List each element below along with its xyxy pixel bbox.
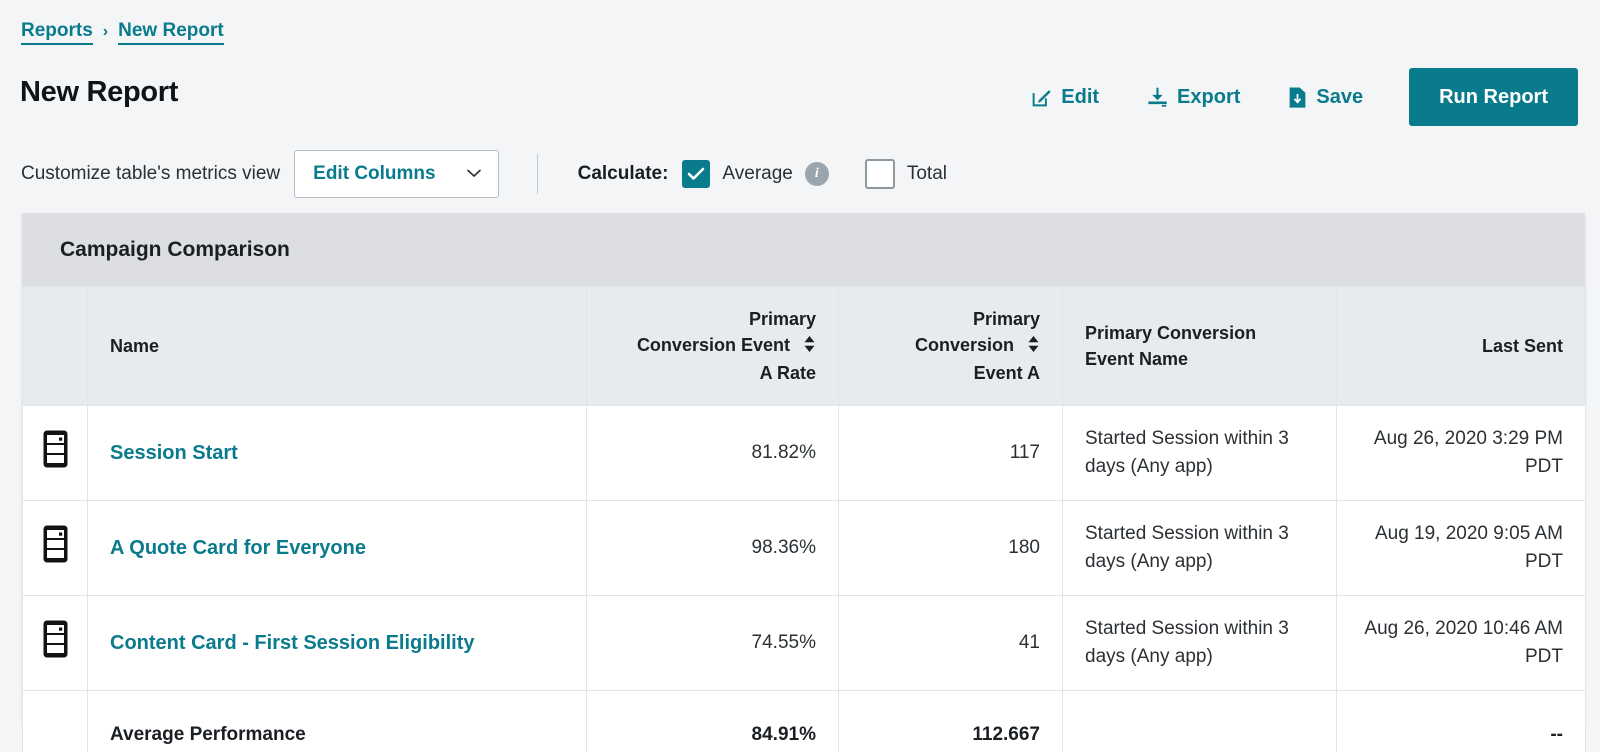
conversion-rate-cell: 81.82% [586, 405, 839, 501]
table-header-row: Name Primary Conversion Event A Rate Pri… [22, 286, 1586, 406]
conversion-event-name-cell: Started Session within 3 days (Any app) [1062, 500, 1337, 596]
average-checkbox-label: Average [722, 163, 793, 184]
column-header-event-name-line2: Event Name [1085, 349, 1189, 369]
column-header-rate-line3: A Rate [759, 363, 816, 383]
table-body: Session Start 81.82% 117 Started Session… [22, 405, 1586, 691]
last-sent-cell: Aug 26, 2020 3:29 PM PDT [1336, 405, 1586, 501]
campaign-comparison-table: Name Primary Conversion Event A Rate Pri… [22, 286, 1586, 752]
conversion-count-cell: 41 [838, 595, 1063, 691]
column-header-event-name: Primary Conversion Event Name [1062, 286, 1337, 406]
chevron-right-icon: › [102, 22, 109, 40]
column-header-rate[interactable]: Primary Conversion Event A Rate [586, 286, 839, 406]
download-export-icon [1147, 87, 1168, 108]
summary-label-cell: Average Performance [87, 690, 587, 752]
breadcrumb-item-reports[interactable]: Reports [21, 20, 93, 45]
edit-button-label: Edit [1061, 85, 1100, 108]
table-row: A Quote Card for Everyone 98.36% 180 Sta… [22, 500, 1586, 596]
column-header-rate-line1: Primary [748, 309, 816, 329]
column-header-count-line2: Conversion [914, 335, 1014, 355]
edit-columns-label: Edit Columns [313, 163, 436, 184]
summary-count-cell: 112.667 [838, 690, 1063, 752]
total-checkbox[interactable] [864, 159, 895, 189]
campaign-name-cell: Content Card - First Session Eligibility [87, 595, 587, 691]
summary-rate-cell: 84.91% [586, 690, 839, 752]
column-header-count-line1: Primary [972, 309, 1040, 329]
average-checkbox[interactable] [682, 160, 711, 188]
card-title: Campaign Comparison [60, 237, 290, 261]
table-row: Content Card - First Session Eligibility… [22, 595, 1586, 691]
table-footer: Average Performance 84.91% 112.667 -- [22, 690, 1586, 752]
export-button-label: Export [1177, 85, 1241, 108]
last-sent-cell: Aug 26, 2020 10:46 AM PDT [1336, 595, 1586, 691]
controls-divider [536, 154, 538, 194]
save-button[interactable]: Save [1264, 76, 1387, 119]
summary-event-name-cell [1062, 690, 1337, 752]
breadcrumb-item-new-report[interactable]: New Report [118, 20, 224, 45]
conversion-event-name-cell: Started Session within 3 days (Any app) [1062, 595, 1337, 691]
average-checkbox-group: Average i [682, 160, 829, 188]
column-header-last-sent-label: Last Sent [1481, 336, 1563, 356]
content-card-icon [42, 619, 69, 668]
customize-metrics-label: Customize table's metrics view [21, 163, 281, 184]
edit-pencil-square-icon [1031, 87, 1052, 108]
conversion-rate-cell: 98.36% [586, 500, 839, 596]
row-type-icon-cell [22, 405, 88, 501]
sort-arrows-icon[interactable] [803, 334, 816, 360]
column-header-last-sent: Last Sent [1336, 286, 1586, 406]
calculate-label: Calculate: [577, 163, 669, 184]
info-icon[interactable]: i [804, 162, 829, 186]
row-type-icon-cell [22, 500, 88, 596]
sort-arrows-icon[interactable] [1027, 334, 1040, 360]
campaign-name-link[interactable]: Content Card - First Session Eligibility [110, 632, 474, 654]
header-actions: Edit Export Save Run Report [1007, 68, 1578, 126]
last-sent-cell: Aug 19, 2020 9:05 AM PDT [1336, 500, 1586, 596]
total-checkbox-label: Total [906, 163, 947, 184]
edit-button[interactable]: Edit [1007, 76, 1123, 119]
row-type-icon-cell [22, 595, 88, 691]
save-file-icon [1288, 86, 1307, 108]
page-title: New Report [20, 76, 179, 108]
campaign-name-link[interactable]: A Quote Card for Everyone [110, 537, 366, 559]
column-header-rate-line2: Conversion Event [636, 335, 790, 355]
summary-row: Average Performance 84.91% 112.667 -- [22, 690, 1586, 752]
column-header-count-line3: Event A [973, 363, 1040, 383]
column-header-count[interactable]: Primary Conversion Event A [838, 286, 1063, 406]
column-header-name: Name [87, 286, 587, 406]
content-card-icon [42, 429, 69, 478]
save-button-label: Save [1316, 85, 1364, 108]
conversion-count-cell: 117 [838, 405, 1063, 501]
campaign-comparison-card: Campaign Comparison Name Primary Convers… [22, 213, 1586, 752]
campaign-name-cell: A Quote Card for Everyone [87, 500, 587, 596]
export-button[interactable]: Export [1123, 76, 1264, 119]
conversion-count-cell: 180 [838, 500, 1063, 596]
column-header-icon [22, 286, 88, 406]
content-card-icon [42, 524, 69, 573]
conversion-rate-cell: 74.55% [586, 595, 839, 691]
run-report-button[interactable]: Run Report [1409, 68, 1578, 126]
campaign-name-link[interactable]: Session Start [110, 442, 238, 464]
column-header-name-label: Name [110, 336, 160, 356]
table-head: Name Primary Conversion Event A Rate Pri… [22, 286, 1586, 406]
report-page: Reports › New Report New Report Edit Exp… [0, 0, 1600, 752]
campaign-name-cell: Session Start [87, 405, 587, 501]
page-header: New Report Edit Export Save Run Report [0, 68, 1600, 128]
edit-columns-dropdown[interactable]: Edit Columns [294, 150, 499, 198]
total-checkbox-group: Total [864, 159, 947, 189]
conversion-event-name-cell: Started Session within 3 days (Any app) [1062, 405, 1337, 501]
table-controls: Customize table's metrics view Edit Colu… [0, 148, 947, 200]
summary-icon-cell [22, 690, 88, 752]
column-header-event-name-line1: Primary Conversion [1085, 323, 1257, 343]
table-row: Session Start 81.82% 117 Started Session… [22, 405, 1586, 501]
summary-last-sent-cell: -- [1336, 690, 1586, 752]
chevron-down-icon [466, 165, 482, 183]
breadcrumb: Reports › New Report [21, 20, 224, 45]
